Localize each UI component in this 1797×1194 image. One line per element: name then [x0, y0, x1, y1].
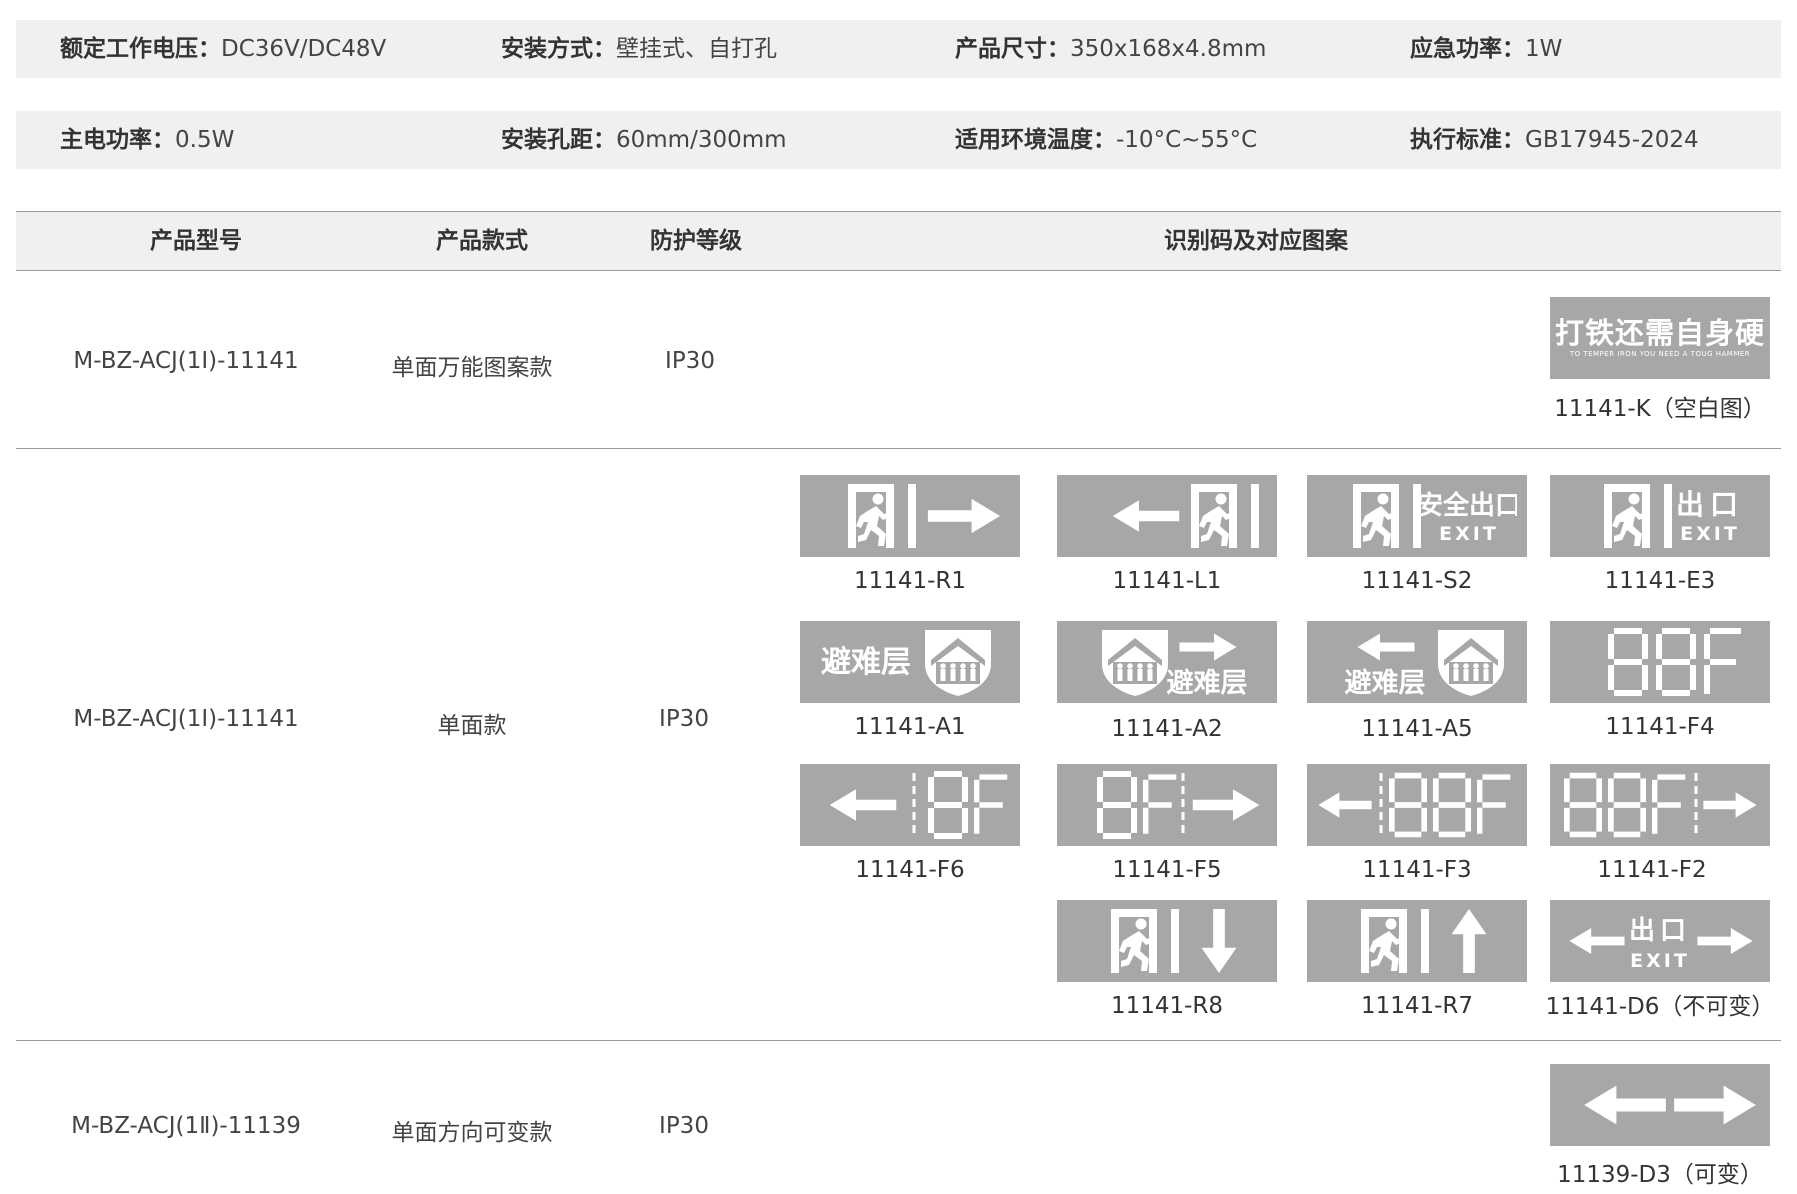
- sign-D6: 出口 EXIT: [1550, 900, 1770, 982]
- sign-F5: [1057, 764, 1277, 846]
- sign-F3: [1307, 764, 1527, 846]
- sign-R7: [1307, 900, 1527, 982]
- sign-D3: [1550, 1064, 1770, 1146]
- sign-K-slogan: 打铁还需自身硬: [1554, 316, 1765, 350]
- row1-style: 单面万能图案款: [391, 355, 553, 381]
- sign-R1: [800, 475, 1020, 557]
- code-F2: 11141-F2: [1597, 857, 1707, 883]
- double-arrow-icon: [1584, 1085, 1756, 1125]
- code-A1: 11141-A1: [854, 714, 966, 740]
- row1-ip: IP30: [665, 348, 715, 374]
- sign-A1: 避难层: [800, 621, 1020, 703]
- sign-A2: 避难层: [1057, 621, 1277, 703]
- spec-row-2: 主电功率：0.5W 安装孔距：60mm/300mm 适用环境温度：-10°C~5…: [16, 111, 1781, 169]
- header-codes: 识别码及对应图案: [1164, 228, 1348, 254]
- spec-emergency-power: 应急功率：1W: [1410, 36, 1563, 62]
- code-K: 11141-K（空白图）: [1554, 396, 1766, 422]
- header-rule: [16, 270, 1781, 271]
- spec-hole-spacing: 安装孔距：60mm/300mm: [501, 127, 787, 153]
- sign-E3-text: 出口: [1676, 488, 1744, 521]
- code-F4: 11141-F4: [1605, 714, 1715, 740]
- code-F6: 11141-F6: [855, 857, 965, 883]
- exit-person-arrow-down-icon: [1111, 908, 1237, 974]
- sign-F6: [800, 764, 1020, 846]
- spec-main-power: 主电功率：0.5W: [60, 127, 235, 153]
- sign-D6-text: 出口: [1629, 916, 1691, 946]
- arrow-left-refuge-shield-icon: 避难层: [1345, 630, 1504, 698]
- floor-arrow-right-icon: [1560, 769, 1757, 841]
- exit-person-arrow-right-icon: [848, 484, 1001, 548]
- sign-F4: [1550, 621, 1770, 703]
- spec-row-1: 额定工作电压：DC36V/DC48V 安装方式：壁挂式、自打孔 产品尺寸：350…: [16, 20, 1781, 78]
- sign-K-slogan-en: TO TEMPER IRON YOU NEED A TOUG HAMMER: [1569, 350, 1751, 358]
- sign-A2-text: 避难层: [1167, 667, 1248, 698]
- code-D6: 11141-D6（不可变）: [1545, 994, 1775, 1020]
- code-E3: 11141-E3: [1604, 568, 1716, 594]
- sign-K: 打铁还需自身硬 TO TEMPER IRON YOU NEED A TOUG H…: [1550, 297, 1770, 379]
- table-header: 产品型号 产品款式 防护等级 识别码及对应图案: [16, 212, 1781, 270]
- sign-S2-text: 安全出口: [1417, 490, 1517, 521]
- row2-model: M-BZ-ACJ(1Ⅰ)-11141: [73, 706, 299, 732]
- row3-style: 单面方向可变款: [391, 1120, 553, 1146]
- code-R1: 11141-R1: [853, 568, 967, 594]
- spec-voltage: 额定工作电压：DC36V/DC48V: [60, 36, 387, 62]
- sign-A1-text: 避难层: [821, 645, 911, 680]
- spec-size: 产品尺寸：350x168x4.8mm: [955, 36, 1267, 62]
- code-D3: 11139-D3（可变）: [1557, 1162, 1763, 1188]
- sign-D6-text-en: EXIT: [1630, 950, 1690, 972]
- sign-E3: 出口 EXIT: [1550, 475, 1770, 557]
- sign-R8: [1057, 900, 1277, 982]
- exit-person-chukou-icon: 出口 EXIT: [1604, 484, 1744, 548]
- refuge-floor-shield-icon: 避难层: [821, 630, 991, 696]
- row2-rule: [16, 1040, 1781, 1041]
- arrow-left-chukou-arrow-right-icon: 出口 EXIT: [1569, 916, 1753, 972]
- row3-ip: IP30: [659, 1113, 709, 1139]
- sign-A5: 避难层: [1307, 621, 1527, 703]
- row3-model: M-BZ-ACJ(1Ⅱ)-11139: [71, 1113, 301, 1139]
- row2-ip: IP30: [659, 706, 709, 732]
- spec-standard: 执行标准：GB17945-2024: [1410, 127, 1699, 153]
- sign-S2: 安全出口 EXIT: [1307, 475, 1527, 557]
- exit-person-arrow-up-icon: [1361, 908, 1487, 974]
- refuge-shield-arrow-right-icon: 避难层: [1102, 630, 1248, 698]
- spec-temperature: 适用环境温度：-10°C~55°C: [955, 127, 1258, 153]
- arrow-left-floor-icon: [1318, 769, 1517, 841]
- arrow-left-exit-person-icon: [1112, 484, 1259, 548]
- header-ip: 防护等级: [650, 228, 742, 254]
- sign-E3-text-en: EXIT: [1680, 523, 1740, 545]
- floor-digits-icon: [1560, 626, 1760, 698]
- sign-F2: [1550, 764, 1770, 846]
- floor-arrow-right-icon: [1067, 769, 1260, 841]
- spec-install-method: 安装方式：壁挂式、自打孔: [501, 36, 777, 62]
- sign-L1: [1057, 475, 1277, 557]
- row1-model: M-BZ-ACJ(1Ⅰ)-11141: [73, 348, 299, 374]
- header-style: 产品款式: [436, 228, 528, 254]
- arrow-left-floor-icon: [829, 769, 1010, 841]
- header-model: 产品型号: [150, 228, 242, 254]
- exit-person-anquanchukou-icon: 安全出口 EXIT: [1353, 484, 1517, 548]
- row2-style: 单面款: [437, 713, 507, 739]
- sign-A5-text: 避难层: [1345, 667, 1426, 698]
- row1-rule: [16, 448, 1781, 449]
- sign-S2-text-en: EXIT: [1439, 523, 1499, 545]
